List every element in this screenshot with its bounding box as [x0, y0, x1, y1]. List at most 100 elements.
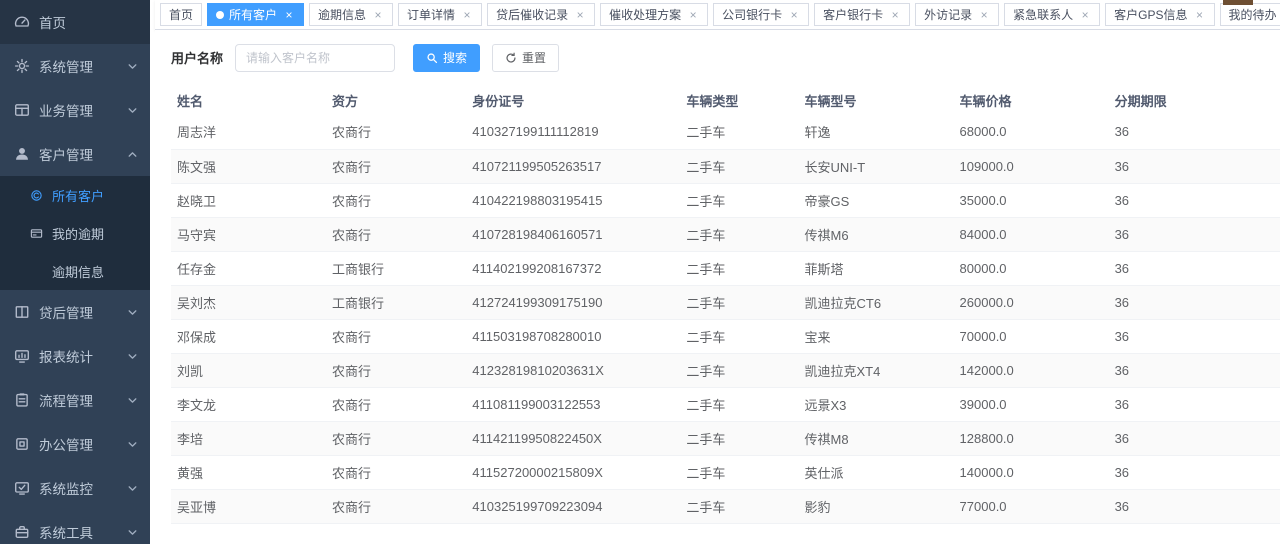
cell [1109, 523, 1279, 544]
cell: 轩逸 [799, 115, 954, 149]
tab-all-customers[interactable]: 所有客户× [207, 3, 304, 26]
customer-name-input[interactable] [235, 44, 395, 72]
cell: 68000.0 [954, 115, 1109, 149]
sidebar-item-post-loan-mgmt[interactable]: 贷后管理 [0, 290, 150, 334]
column-header: 姓名 [171, 85, 326, 115]
sidebar-item-system-monitor[interactable]: 系统监控 [0, 466, 150, 510]
submenu-customer-mgmt: 所有客户我的逾期逾期信息 [0, 176, 150, 290]
reset-button[interactable]: 重置 [492, 44, 559, 72]
column-header: 资方 [326, 85, 466, 115]
cell: 农商行 [326, 353, 466, 387]
cell: 411402199208167372 [466, 251, 680, 285]
close-icon[interactable]: × [978, 9, 990, 21]
close-icon[interactable]: × [1079, 9, 1091, 21]
column-header: 分期期限 [1109, 85, 1279, 115]
cell: 36 [1109, 183, 1279, 217]
cell: 二手车 [680, 217, 798, 251]
sidebar-item-report-stats[interactable]: 报表统计 [0, 334, 150, 378]
table-body: 周志洋农商行410327199111112819二手车轩逸68000.03640… [171, 115, 1280, 544]
cell: 周志洋 [171, 115, 326, 149]
clipboard-icon [14, 392, 30, 408]
cell: 凯迪拉克XT4 [799, 353, 954, 387]
tab-collection-plan[interactable]: 催收处理方案 × [600, 3, 708, 26]
sidebar-item-office-mgmt[interactable]: 办公管理 [0, 422, 150, 466]
cell: 410728198406160571 [466, 217, 680, 251]
chevron-down-icon [127, 439, 138, 450]
sidebar-item-all-customers[interactable]: 所有客户 [0, 176, 150, 214]
tab-company-bank-card[interactable]: 公司银行卡 × [713, 3, 809, 26]
close-icon[interactable]: × [788, 9, 800, 21]
tab-overdue-info[interactable]: 逾期信息× [309, 3, 393, 26]
cell: 410721199505263517 [466, 149, 680, 183]
cell: 二手车 [680, 387, 798, 421]
close-icon[interactable]: × [372, 9, 384, 21]
cell: 二手车 [680, 183, 798, 217]
close-icon[interactable]: × [461, 9, 473, 21]
table-header-row: 姓名资方身份证号车辆类型车辆型号车辆价格分期期限贷款金额月还款操作 [171, 85, 1280, 115]
cell: 刘凯 [171, 353, 326, 387]
content: 用户名称 搜索 重置 姓名资方身份证号车辆类型车辆型号车辆价格分期期限贷款金额月… [155, 30, 1280, 544]
cell: 36 [1109, 115, 1279, 149]
sidebar-item-label: 系统管理 [39, 56, 127, 76]
tab-label: 订单详情 [407, 6, 455, 23]
tab-home[interactable]: 首页 [160, 3, 202, 26]
column-header: 车辆类型 [680, 85, 798, 115]
tab-my-todo[interactable]: 我的待办× [1220, 3, 1280, 26]
cell: 农商行 [326, 217, 466, 251]
close-icon[interactable]: × [1194, 9, 1206, 21]
sidebar-item-label: 逾期信息 [52, 262, 138, 281]
sidebar-item-system-tools[interactable]: 系统工具 [0, 510, 150, 544]
sidebar-item-label: 流程管理 [39, 390, 127, 410]
tab-post-loan-collection-records[interactable]: 贷后催收记录 × [487, 3, 595, 26]
cell: 70000.0 [954, 319, 1109, 353]
circle-c-icon [30, 189, 43, 202]
sidebar-item-overdue-info[interactable]: 逾期信息 [0, 252, 150, 290]
tab-label: 贷后催收记录 [496, 6, 568, 23]
sidebar-item-customer-mgmt[interactable]: 客户管理 [0, 132, 150, 176]
sidebar-item-process-mgmt[interactable]: 流程管理 [0, 378, 150, 422]
table-row: 刘凯农商行41232819810203631X二手车凯迪拉克XT4142000.… [171, 353, 1280, 387]
table-row: 周志洋农商行410327199111112819二手车轩逸68000.03640… [171, 115, 1280, 149]
close-icon[interactable]: × [283, 9, 295, 21]
cell: 39000.0 [954, 387, 1109, 421]
sidebar-item-label: 系统工具 [39, 522, 127, 542]
tab-order-detail[interactable]: 订单详情 × [398, 3, 482, 26]
sidebar-item-home[interactable]: 首页 [0, 0, 150, 44]
cell [171, 523, 326, 544]
sidebar-item-my-overdue[interactable]: 我的逾期 [0, 214, 150, 252]
cell: 工商银行 [326, 251, 466, 285]
cell: 任存金 [171, 251, 326, 285]
cell: 412724199309175190 [466, 285, 680, 319]
search-icon [426, 52, 438, 64]
tab-emergency-contacts[interactable]: 紧急联系人× [1004, 3, 1100, 26]
table-row: 陈文强农商行410721199505263517二手车长安UNI-T109000… [171, 149, 1280, 183]
app: 首页系统管理业务管理客户管理所有客户我的逾期逾期信息贷后管理报表统计流程管理办公… [0, 0, 1280, 544]
close-icon[interactable]: × [687, 9, 699, 21]
cell: 农商行 [326, 421, 466, 455]
tab-customer-bank-card[interactable]: 客户银行卡 × [814, 3, 910, 26]
table-row: 邓保成农商行411503198708280010二手车宝来70000.03645… [171, 319, 1280, 353]
cell [466, 523, 680, 544]
cell: 吴亚博 [171, 489, 326, 523]
tab-label: 我的待办 [1229, 6, 1277, 23]
tab-label: 客户银行卡 [823, 6, 883, 23]
tabs-bar: 首页所有客户×逾期信息×订单详情×贷后催收记录×催收处理方案×公司银行卡×客户银… [155, 0, 1280, 30]
sidebar-item-business-mgmt[interactable]: 业务管理 [0, 88, 150, 132]
tab-visit-records[interactable]: 外访记录× [915, 3, 999, 26]
tab-label: 催收处理方案 [609, 6, 681, 23]
cell: 长安UNI-T [799, 149, 954, 183]
tab-label: 公司银行卡 [722, 6, 782, 23]
cell: 410422198803195415 [466, 183, 680, 217]
cell: 41142119950822450X [466, 421, 680, 455]
search-button[interactable]: 搜索 [413, 44, 480, 72]
table-row: 赵晓卫农商行410422198803195415二手车帝豪GS35000.036… [171, 183, 1280, 217]
sidebar-item-system-mgmt[interactable]: 系统管理 [0, 44, 150, 88]
column-header: 车辆价格 [954, 85, 1109, 115]
close-icon[interactable]: × [889, 9, 901, 21]
card-icon [30, 227, 43, 240]
chevron-down-icon [127, 483, 138, 494]
close-icon[interactable]: × [574, 9, 586, 21]
cell: 41232819810203631X [466, 353, 680, 387]
cell: 35000.0 [954, 183, 1109, 217]
tab-customer-gps-info[interactable]: 客户GPS信息× [1105, 3, 1214, 26]
